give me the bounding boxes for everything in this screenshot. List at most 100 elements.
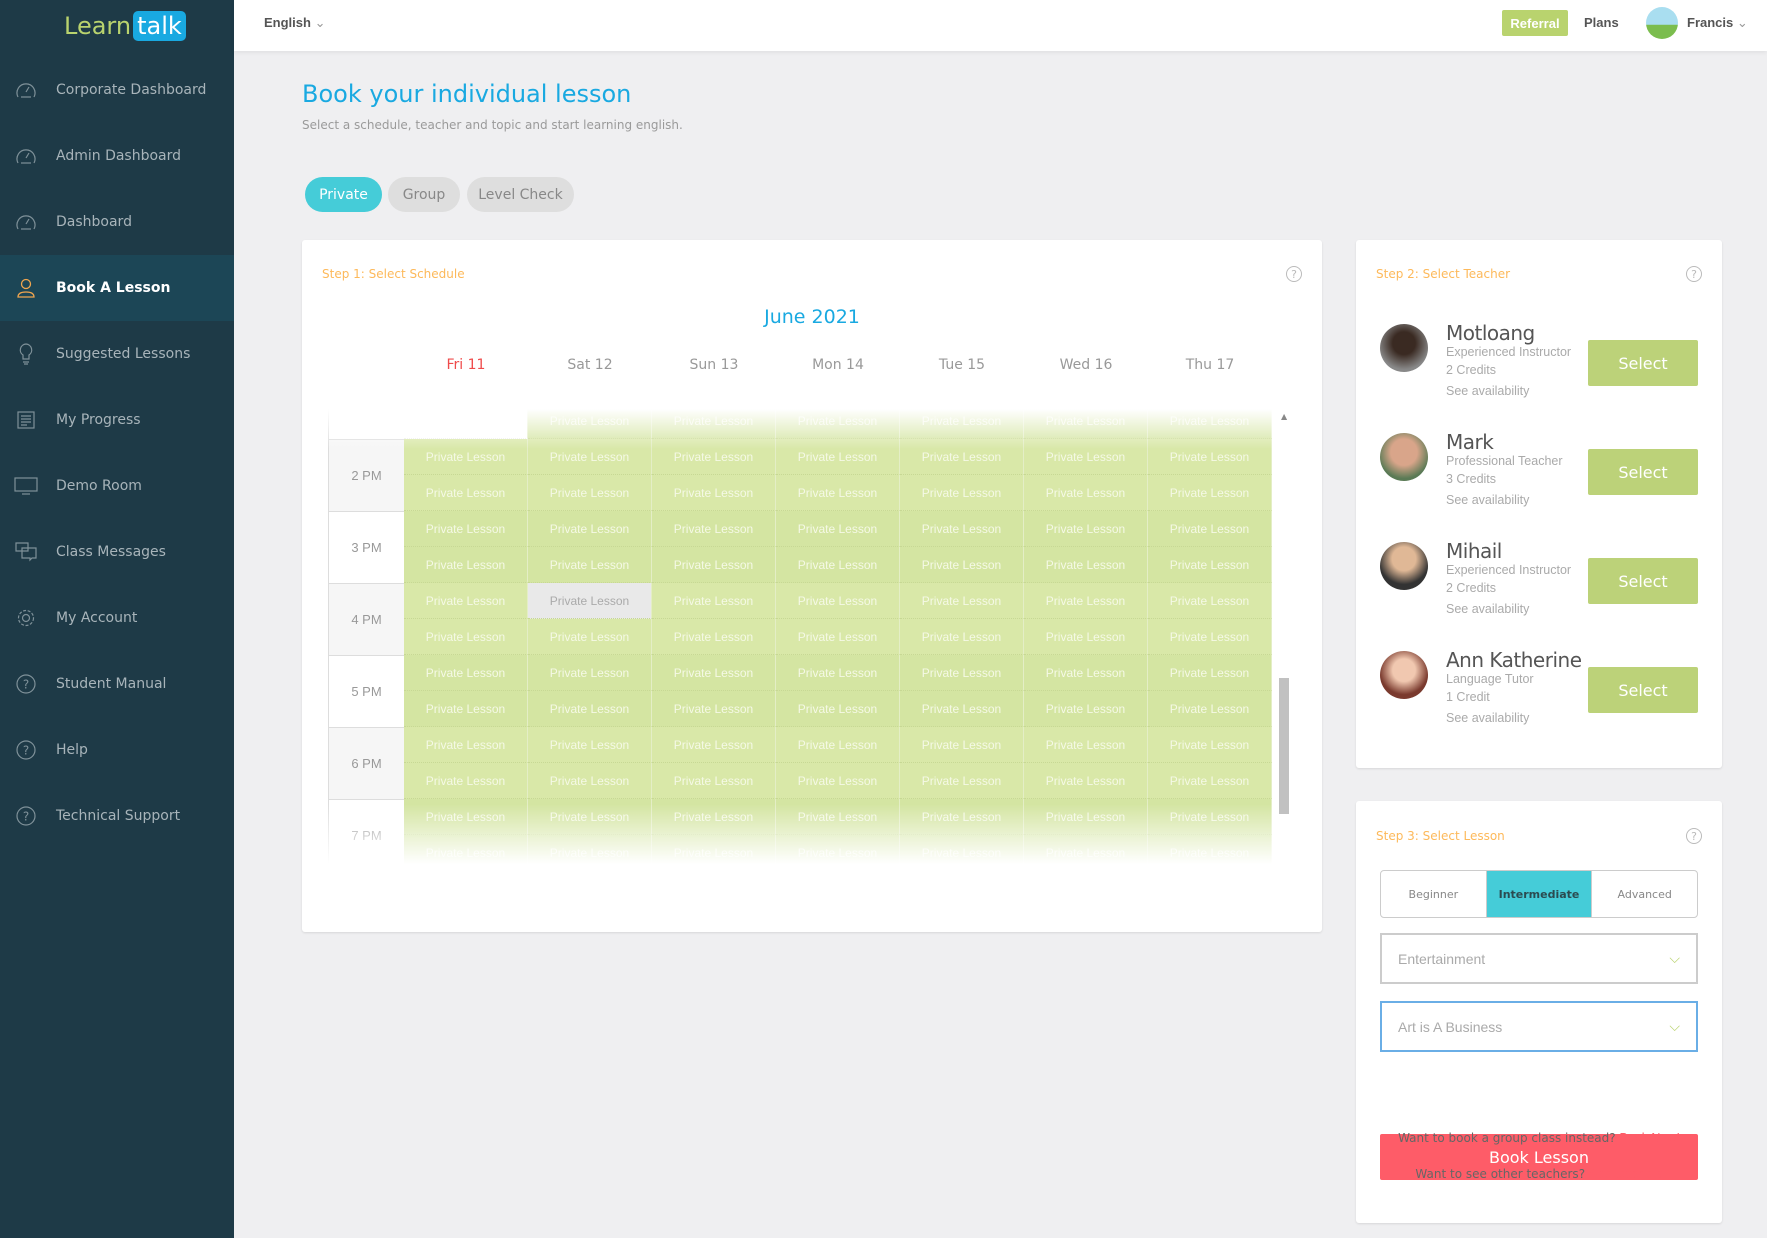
referral-button[interactable]: Referral <box>1502 10 1568 36</box>
user-avatar[interactable] <box>1646 7 1678 39</box>
time-slot[interactable]: Private Lesson <box>652 475 776 511</box>
time-slot[interactable]: Private Lesson <box>1148 619 1272 655</box>
time-slot[interactable]: Private Lesson <box>900 619 1024 655</box>
time-slot[interactable]: Private Lesson <box>404 547 528 583</box>
time-slot[interactable]: Private Lesson <box>404 655 528 691</box>
see-availability-link[interactable]: See availability <box>1446 493 1529 507</box>
time-slot[interactable]: Private Lesson <box>528 511 652 547</box>
sidebar-item-book-a-lesson[interactable]: Book A Lesson <box>0 255 234 321</box>
tab-level-check[interactable]: Level Check <box>467 177 574 212</box>
time-slot[interactable]: Private Lesson <box>1024 547 1148 583</box>
time-slot[interactable]: Private Lesson <box>1024 619 1148 655</box>
time-slot[interactable]: Private Lesson <box>652 583 776 619</box>
select-teacher-button[interactable]: Select <box>1588 667 1698 713</box>
tab-group[interactable]: Group <box>388 177 460 212</box>
see-availability-link[interactable]: See availability <box>1446 711 1529 725</box>
time-slot[interactable]: Private Lesson <box>404 583 528 619</box>
time-slot[interactable]: Private Lesson <box>776 655 900 691</box>
time-slot[interactable]: Private Lesson <box>900 475 1024 511</box>
time-slot[interactable]: Private Lesson <box>404 511 528 547</box>
time-slot[interactable]: Private Lesson <box>1148 475 1272 511</box>
time-slot[interactable]: Private Lesson <box>1024 655 1148 691</box>
time-slot[interactable]: Private Lesson <box>1024 763 1148 799</box>
see-availability-link[interactable]: See availability <box>1446 384 1529 398</box>
sidebar-item-class-messages[interactable]: Class Messages <box>0 519 234 585</box>
help-icon[interactable]: ? <box>1286 266 1302 282</box>
time-slot[interactable]: Private Lesson <box>776 691 900 727</box>
sidebar-item-demo-room[interactable]: Demo Room <box>0 453 234 519</box>
time-slot[interactable]: Private Lesson <box>652 547 776 583</box>
time-slot[interactable]: Private Lesson <box>404 475 528 511</box>
level-beginner[interactable]: Beginner <box>1381 871 1486 917</box>
sidebar-item-student-manual[interactable]: ? Student Manual <box>0 651 234 717</box>
time-slot[interactable]: Private Lesson <box>1148 547 1272 583</box>
time-slot[interactable]: Private Lesson <box>528 583 652 619</box>
book-now-link[interactable]: Book Now! <box>1619 1131 1679 1145</box>
sidebar-item-my-account[interactable]: My Account <box>0 585 234 651</box>
scrollbar-thumb[interactable] <box>1279 678 1289 814</box>
see-availability-link[interactable]: See availability <box>1446 602 1529 616</box>
time-slot[interactable]: Private Lesson <box>900 547 1024 583</box>
sidebar-item-technical-support[interactable]: ? Technical Support <box>0 783 234 849</box>
time-slot[interactable]: Private Lesson <box>1148 763 1272 799</box>
select-teacher-button[interactable]: Select <box>1588 558 1698 604</box>
time-slot[interactable]: Private Lesson <box>900 511 1024 547</box>
user-menu[interactable]: Francis ⌄ <box>1687 15 1748 31</box>
sidebar-item-corporate-dashboard[interactable]: Corporate Dashboard <box>0 57 234 123</box>
time-slot[interactable]: Private Lesson <box>1024 511 1148 547</box>
sidebar-item-dashboard[interactable]: Dashboard <box>0 189 234 255</box>
time-slot[interactable]: Private Lesson <box>1024 727 1148 763</box>
time-slot[interactable]: Private Lesson <box>652 727 776 763</box>
language-selector[interactable]: English ⌄ <box>264 15 325 31</box>
time-slot[interactable]: Private Lesson <box>528 547 652 583</box>
sidebar-item-my-progress[interactable]: My Progress <box>0 387 234 453</box>
time-slot[interactable]: Private Lesson <box>1024 691 1148 727</box>
time-slot[interactable]: Private Lesson <box>776 763 900 799</box>
sidebar-item-help[interactable]: ? Help <box>0 717 234 783</box>
time-slot[interactable]: Private Lesson <box>528 475 652 511</box>
help-icon[interactable]: ? <box>1686 266 1702 282</box>
time-slot[interactable]: Private Lesson <box>652 511 776 547</box>
select-teacher-button[interactable]: Select <box>1588 449 1698 495</box>
see-teachers-link[interactable]: See teachers <box>1589 1167 1663 1181</box>
scroll-up-arrow[interactable]: ▲ <box>1281 412 1287 421</box>
time-slot[interactable]: Private Lesson <box>776 511 900 547</box>
time-slot[interactable]: Private Lesson <box>776 727 900 763</box>
time-slot[interactable]: Private Lesson <box>652 691 776 727</box>
time-slot[interactable]: Private Lesson <box>900 727 1024 763</box>
level-intermediate[interactable]: Intermediate <box>1485 871 1592 917</box>
time-slot[interactable]: Private Lesson <box>1148 511 1272 547</box>
help-icon[interactable]: ? <box>1686 828 1702 844</box>
sidebar-item-suggested-lessons[interactable]: Suggested Lessons <box>0 321 234 387</box>
lesson-dropdown[interactable]: Art is A Business ⌵ <box>1380 1001 1698 1052</box>
learntalk-logo[interactable]: Learn talk <box>64 11 186 41</box>
time-slot[interactable]: Private Lesson <box>900 763 1024 799</box>
time-slot[interactable]: Private Lesson <box>404 619 528 655</box>
time-slot[interactable]: Private Lesson <box>528 727 652 763</box>
time-slot[interactable]: Private Lesson <box>776 583 900 619</box>
time-slot[interactable]: Private Lesson <box>900 655 1024 691</box>
time-slot[interactable]: Private Lesson <box>528 763 652 799</box>
time-slot[interactable]: Private Lesson <box>404 691 528 727</box>
time-slot[interactable]: Private Lesson <box>1148 583 1272 619</box>
time-slot[interactable]: Private Lesson <box>1024 475 1148 511</box>
time-slot[interactable]: Private Lesson <box>1148 691 1272 727</box>
time-slot[interactable]: Private Lesson <box>528 655 652 691</box>
time-slot[interactable]: Private Lesson <box>652 619 776 655</box>
time-slot[interactable]: Private Lesson <box>404 763 528 799</box>
time-slot[interactable]: Private Lesson <box>652 655 776 691</box>
time-slot[interactable]: Private Lesson <box>900 583 1024 619</box>
time-slot[interactable]: Private Lesson <box>776 619 900 655</box>
time-slot[interactable]: Private Lesson <box>1024 583 1148 619</box>
level-advanced[interactable]: Advanced <box>1591 871 1697 917</box>
time-slot[interactable]: Private Lesson <box>652 763 776 799</box>
time-slot[interactable]: Private Lesson <box>1148 655 1272 691</box>
time-slot[interactable]: Private Lesson <box>404 727 528 763</box>
tab-private[interactable]: Private <box>305 177 382 212</box>
time-slot[interactable]: Private Lesson <box>1148 727 1272 763</box>
time-slot[interactable]: Private Lesson <box>900 691 1024 727</box>
topic-dropdown[interactable]: Entertainment ⌵ <box>1380 933 1698 984</box>
sidebar-item-admin-dashboard[interactable]: Admin Dashboard <box>0 123 234 189</box>
select-teacher-button[interactable]: Select <box>1588 340 1698 386</box>
plans-link[interactable]: Plans <box>1584 15 1619 30</box>
